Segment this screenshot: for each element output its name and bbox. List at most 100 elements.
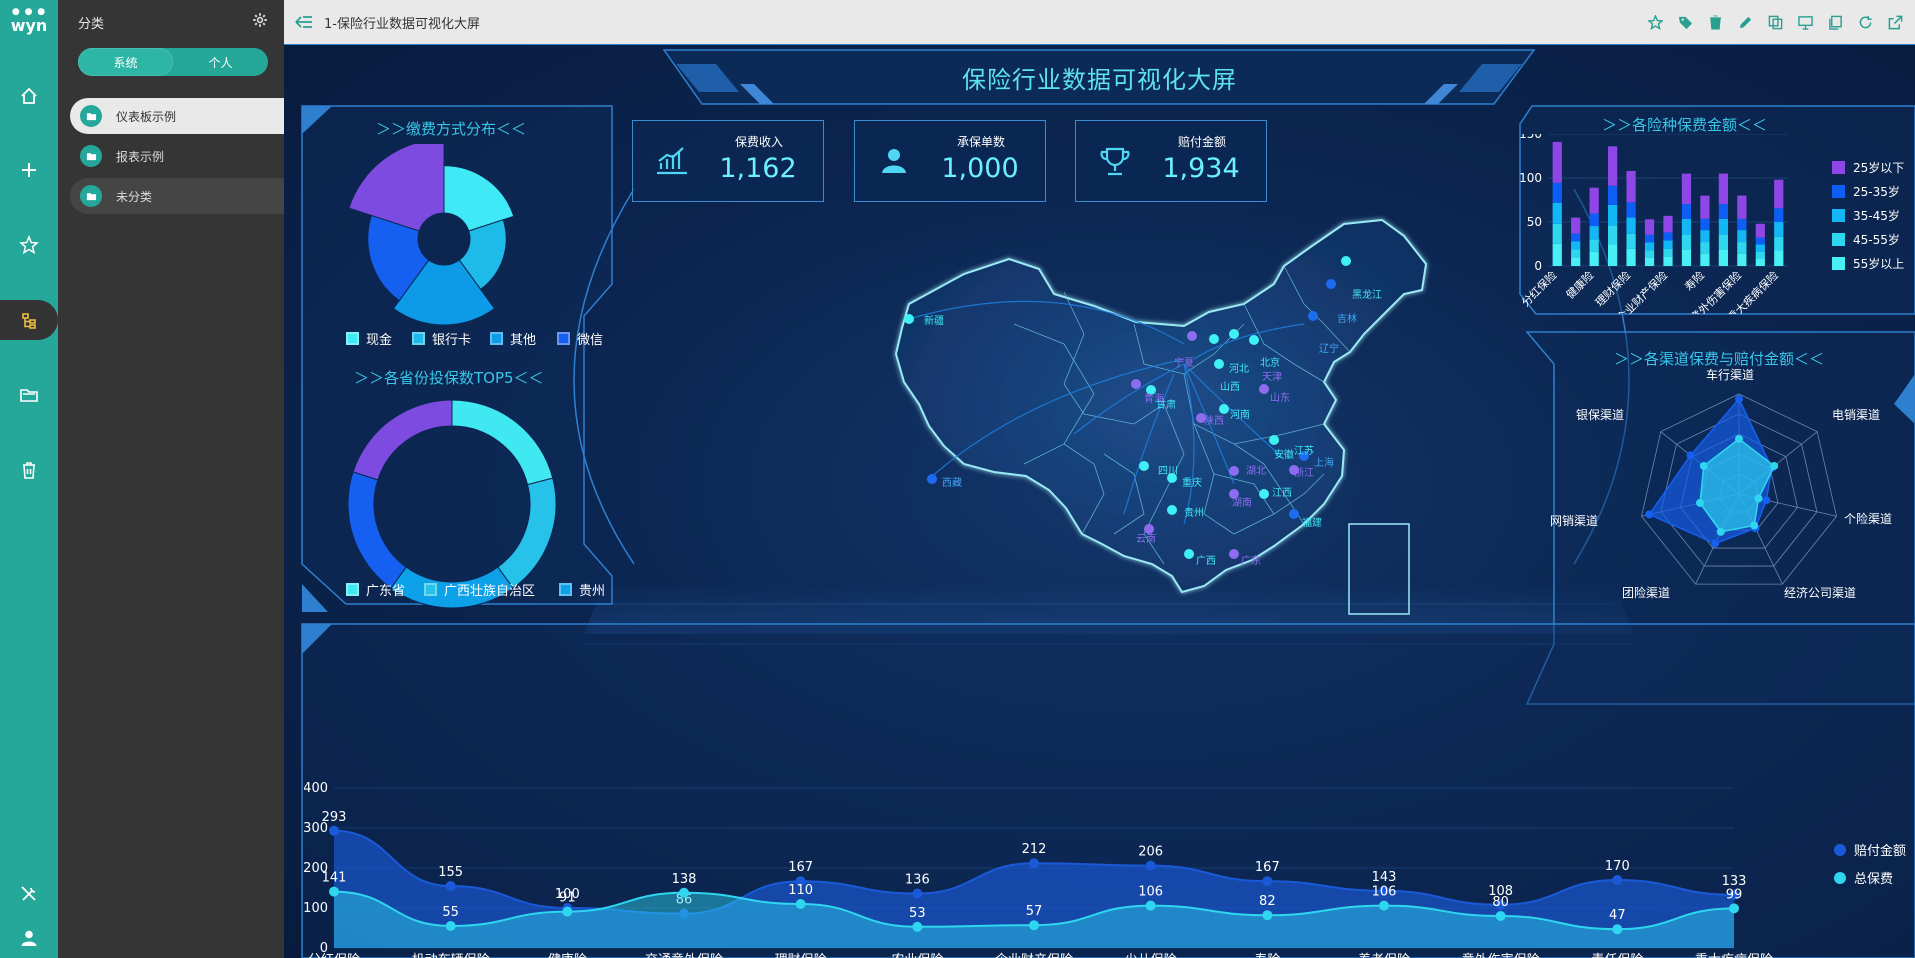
map-label-tianjin: 天津 [1262,372,1282,383]
plus-icon[interactable] [0,150,58,190]
bar-segment [1774,179,1784,209]
kpi-label: 承保单数 [956,135,1005,149]
data-label: 82 [1259,894,1276,909]
open-external-icon[interactable] [1885,12,1905,32]
map-label-henan: 河南 [1230,410,1250,421]
legend-item-guangdong[interactable]: 广东省 [346,580,405,599]
x-tick-label: 养老保险 [1358,952,1410,958]
folder-icon[interactable] [0,375,58,415]
bar-segment [1774,236,1784,251]
kpi-premium-income: 保费收入 1,162 [632,120,824,202]
data-point [912,921,923,932]
radar-label-online: 网销渠道 [1550,514,1599,528]
legend-item-guangxi[interactable]: 广西壮族自治区 [424,580,535,599]
y-tick-label: 150 [1519,134,1542,141]
legend-item-25-35[interactable]: 25-35岁 [1832,183,1900,200]
bar-segment [1552,202,1562,224]
bar-segment [1774,222,1784,237]
data-label: 141 [322,871,347,886]
bar-segment [1608,225,1618,245]
radar-point [1735,435,1743,443]
user-icon [882,149,906,173]
gear-icon[interactable] [252,12,268,32]
radar-label-bancassurance: 银保渠道 [1576,408,1625,422]
bar-segment [1700,253,1710,266]
x-tick-label: 意外伤害保险 [1462,952,1540,958]
map-label-hunan: 湖南 [1232,498,1252,509]
legend-item-cash[interactable]: 现金 [346,329,392,348]
data-label: 55 [442,905,459,920]
radar-label-car-dealer: 车行渠道 [1706,368,1755,382]
edit-icon[interactable] [1735,12,1755,32]
data-point [1262,876,1273,887]
category-item-dashboard-examples[interactable]: 仪表板示例 [70,98,284,134]
kpi-label: 赔付金额 [1177,135,1226,149]
bar-segment [1663,256,1673,266]
bar-segment [1552,182,1562,203]
delete-icon[interactable] [1705,12,1725,32]
data-label: 170 [1605,859,1630,874]
home-icon[interactable] [0,76,58,116]
legend-item-over-55[interactable]: 55岁以上 [1832,255,1904,272]
data-point [1262,910,1273,921]
tag-icon[interactable] [1675,12,1695,32]
radar-point [1750,521,1759,530]
data-label: 99 [1726,887,1743,902]
radar-label-telesales: 电销渠道 [1832,408,1881,422]
user-icon[interactable] [0,918,58,958]
tab-personal[interactable]: 个人 [173,48,268,76]
icon-rail: ● ● ● wyn [0,0,58,958]
tab-system[interactable]: 系统 [78,48,173,76]
legend-item-wechat[interactable]: 微信 [557,329,607,348]
refresh-icon[interactable] [1855,12,1875,32]
tools-icon[interactable] [0,874,58,914]
category-tree-icon[interactable] [0,300,58,340]
map-label-chongqing: 重庆 [1182,478,1202,489]
legend-item-total-premium[interactable]: 总保费 [1834,868,1893,887]
top-bar: 1-保险行业数据可视化大屏 [284,0,1915,44]
bar-segment [1626,233,1636,249]
duplicate-icon[interactable] [1825,12,1845,32]
legend-item-45-55[interactable]: 45-55岁 [1832,231,1900,248]
collapse-panel-icon[interactable] [284,15,324,29]
data-point [1495,911,1506,921]
map-label-anhui: 安徽 [1274,450,1294,461]
data-point [1145,860,1156,871]
y-tick-label: 0 [1534,259,1542,273]
legend-item-other[interactable]: 其他 [490,329,536,348]
category-item-uncategorized[interactable]: 未分类 [70,178,284,214]
radar-point [1645,510,1654,519]
legend-item-bank-card[interactable]: 银行卡 [412,329,471,348]
map-label-zhejiang: 浙江 [1294,468,1314,479]
category-item-report-examples[interactable]: 报表示例 [70,138,284,174]
bar-segment [1663,240,1673,249]
bar-segment [1663,248,1673,257]
category-tab-switch: 系统 个人 [78,48,268,76]
copy-icon[interactable] [1765,12,1785,32]
radar-point [1711,539,1720,548]
present-icon[interactable] [1795,12,1815,32]
star-icon[interactable] [0,225,58,265]
data-label: 106 [1372,885,1397,900]
bar-segment [1552,243,1562,266]
bar-segment [1626,217,1636,234]
category-panel: 分类 系统 个人 仪表板示例 报表示例 未分类 [58,0,284,958]
data-label: 47 [1609,908,1626,923]
bar-segment [1681,249,1692,266]
legend-item-claims[interactable]: 赔付金额 [1834,840,1906,859]
legend-item-guizhou[interactable]: 贵州 [559,580,609,599]
bar-segment [1718,249,1728,266]
legend-item-under-25[interactable]: 25岁以下 [1832,159,1904,176]
trash-icon[interactable] [0,450,58,490]
map-label-guizhou: 贵州 [1184,508,1204,519]
star-icon[interactable] [1645,12,1665,32]
y-tick-label: 50 [1527,215,1542,229]
data-point [1029,920,1039,931]
map-label-jilin: 吉林 [1337,314,1357,325]
legend-item-35-45[interactable]: 35-45岁 [1832,207,1900,224]
x-tick-label: 理财保险 [775,953,827,958]
wyn-logo[interactable]: ● ● ● wyn [6,8,52,44]
map-label-shaanxi: 陕西 [1204,416,1224,427]
x-tick-label: 寿险 [1682,268,1707,293]
data-point [679,887,689,898]
